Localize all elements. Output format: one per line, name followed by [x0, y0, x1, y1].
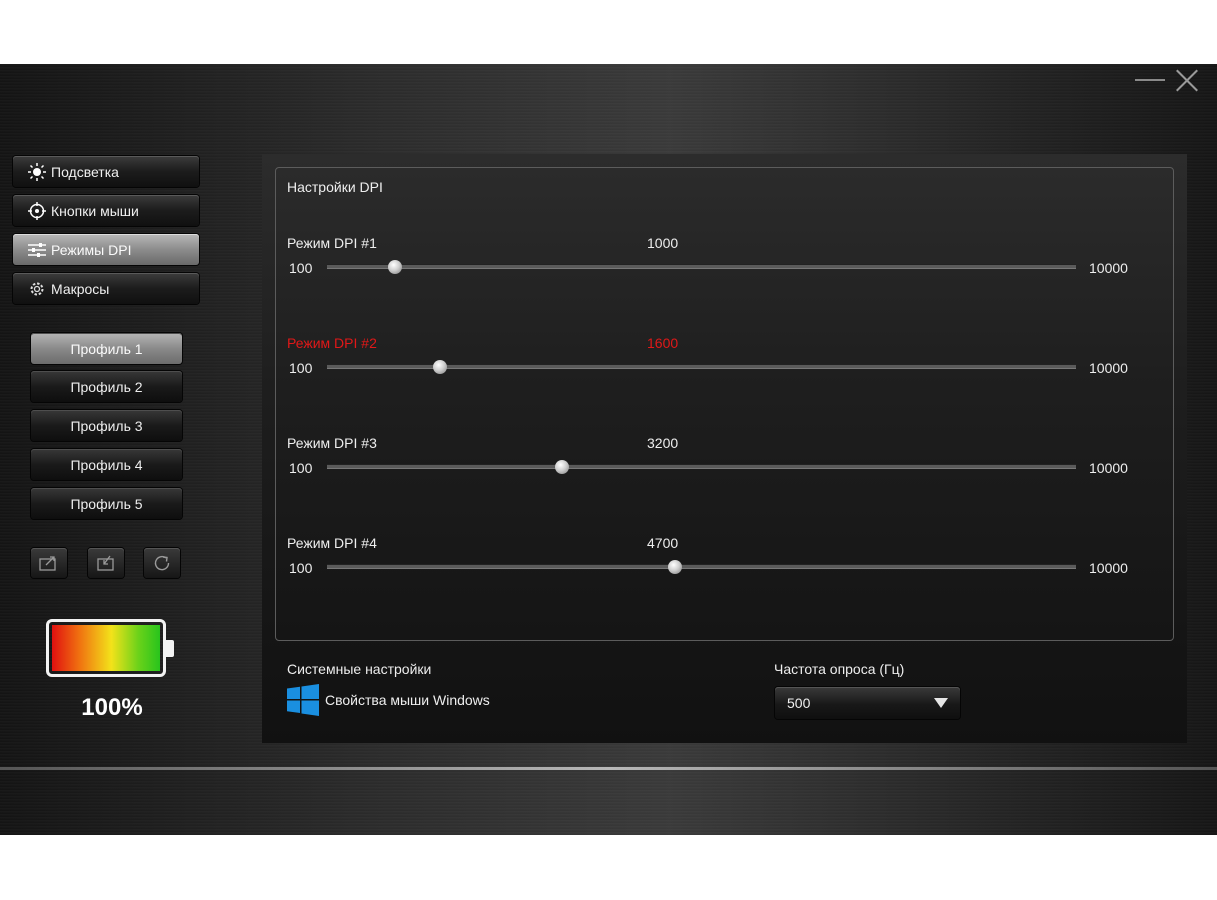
- settings-panel: Настройки DPI Режим DPI #1 1000 100 1000…: [262, 154, 1187, 743]
- reset-icon: [154, 555, 170, 571]
- import-profile-button[interactable]: [88, 548, 124, 578]
- dpi-mode-3-slider-track[interactable]: [327, 464, 1076, 469]
- dpi-mode-1-slider-handle[interactable]: [388, 260, 403, 274]
- crosshair-icon: [28, 201, 46, 220]
- export-icon: [39, 556, 56, 571]
- windows-mouse-properties-link[interactable]: Свойства мыши Windows: [325, 692, 490, 708]
- system-settings-title: Системные настройки: [287, 661, 432, 677]
- dpi-mode-3-min: 100: [289, 460, 313, 476]
- dpi-mode-1-label: Режим DPI #1: [287, 235, 377, 251]
- dpi-mode-4-slider-track[interactable]: [327, 564, 1076, 569]
- export-profile-button[interactable]: [31, 548, 67, 578]
- nav-label: Режимы DPI: [51, 241, 132, 258]
- nav-label: Подсветка: [51, 163, 119, 180]
- nav-mouse-buttons-button[interactable]: Кнопки мыши: [13, 195, 199, 226]
- battery-indicator: [46, 619, 166, 677]
- dpi-mode-2-value: 1600: [647, 335, 679, 351]
- reset-profile-button[interactable]: [144, 548, 180, 578]
- nav-label: Кнопки мыши: [51, 202, 139, 219]
- polling-rate-value: 500: [787, 695, 811, 711]
- battery-level-fill: [52, 625, 160, 671]
- dpi-mode-4-label: Режим DPI #4: [287, 535, 377, 551]
- dpi-mode-2-max: 10000: [1089, 360, 1128, 376]
- profile-4-button[interactable]: Профиль 4: [31, 449, 182, 480]
- dpi-mode-3-value: 3200: [647, 435, 679, 451]
- dpi-mode-4-slider-handle[interactable]: [668, 560, 683, 574]
- sun-icon: [28, 162, 46, 181]
- windows-logo-icon[interactable]: [287, 684, 319, 716]
- import-icon: [97, 555, 114, 571]
- minimize-icon[interactable]: [1135, 72, 1165, 86]
- dpi-mode-4-max: 10000: [1089, 560, 1128, 576]
- dpi-mode-1-value: 1000: [647, 235, 679, 251]
- dpi-mode-4-min: 100: [289, 560, 313, 576]
- battery-percent-label: 100%: [81, 694, 143, 721]
- dpi-mode-1-slider-track[interactable]: [327, 264, 1076, 269]
- nav-macros-button[interactable]: Макросы: [13, 273, 199, 304]
- profile-1-button[interactable]: Профиль 1: [31, 333, 182, 364]
- dpi-mode-2-slider-handle[interactable]: [433, 360, 448, 374]
- dpi-mode-1-max: 10000: [1089, 260, 1128, 276]
- gear-icon: [30, 282, 44, 295]
- dpi-mode-3-max: 10000: [1089, 460, 1128, 476]
- dropdown-arrow-icon: [934, 698, 948, 708]
- profile-5-button[interactable]: Профиль 5: [31, 488, 182, 519]
- profile-3-button[interactable]: Профиль 3: [31, 410, 182, 441]
- footer-divider: [0, 767, 1217, 770]
- polling-rate-title: Частота опроса (Гц): [774, 661, 905, 677]
- app-window: Подсветка Кнопки мыши Режимы DPI Макросы…: [0, 64, 1217, 835]
- dpi-mode-2-min: 100: [289, 360, 313, 376]
- nav-label: Макросы: [51, 280, 110, 297]
- dpi-mode-3-slider-handle[interactable]: [554, 460, 569, 474]
- profile-2-button[interactable]: Профиль 2: [31, 371, 182, 402]
- dpi-mode-4-value: 4700: [647, 535, 679, 551]
- dpi-settings-group: Настройки DPI Режим DPI #1 1000 100 1000…: [275, 167, 1174, 641]
- dpi-mode-1-min: 100: [289, 260, 313, 276]
- close-icon[interactable]: [1172, 66, 1202, 96]
- nav-lighting-button[interactable]: Подсветка: [13, 156, 199, 187]
- polling-rate-select[interactable]: 500: [775, 687, 960, 719]
- dpi-settings-title: Настройки DPI: [287, 179, 383, 195]
- battery-tip: [166, 640, 174, 657]
- dpi-mode-3-label: Режим DPI #3: [287, 435, 377, 451]
- sliders-icon: [28, 242, 46, 257]
- nav-dpi-modes-button[interactable]: Режимы DPI: [13, 234, 199, 265]
- dpi-mode-2-label: Режим DPI #2: [287, 335, 377, 351]
